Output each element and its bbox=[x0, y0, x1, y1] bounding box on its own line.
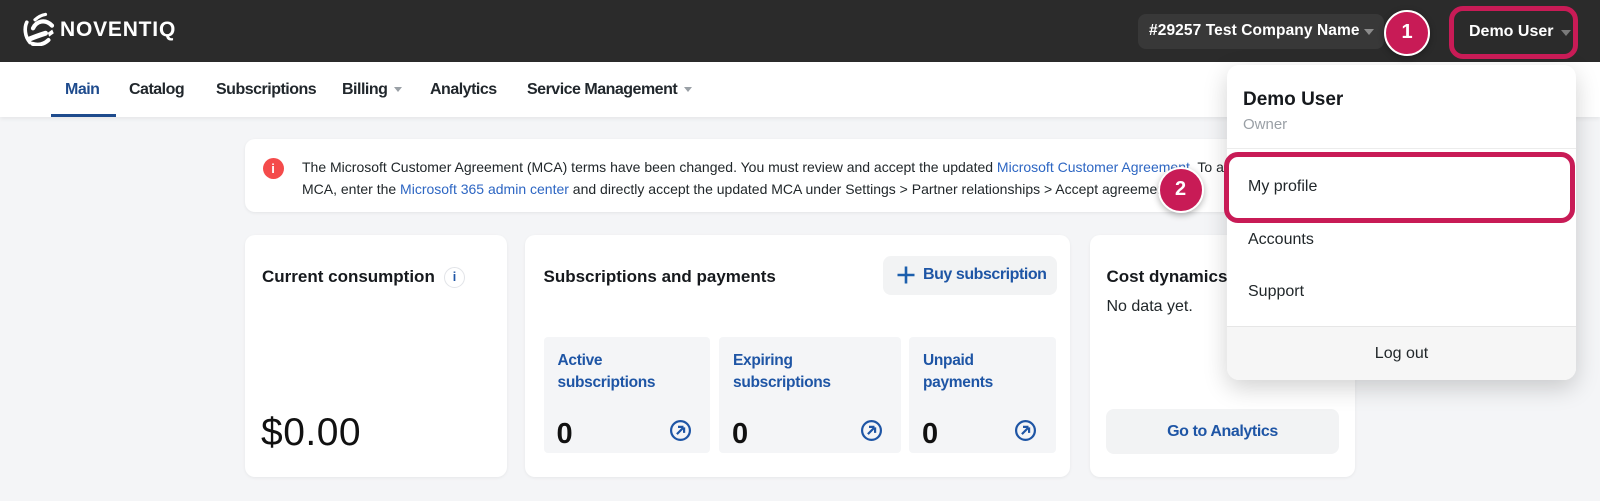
svg-text:NOVENTIQ: NOVENTIQ bbox=[60, 18, 176, 41]
